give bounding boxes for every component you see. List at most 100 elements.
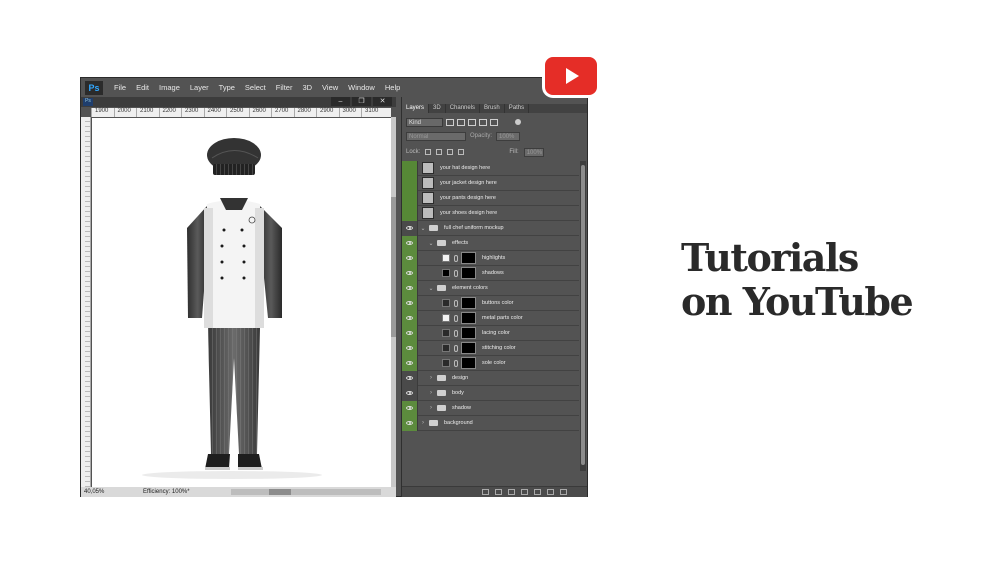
shape-filter-icon[interactable]	[479, 118, 487, 126]
fill-swatch[interactable]	[442, 314, 450, 322]
layer-visibility-toggle[interactable]	[402, 265, 418, 281]
layer-visibility-toggle[interactable]	[402, 190, 418, 206]
layer-row[interactable]: shadows	[402, 265, 579, 281]
document-canvas[interactable]	[92, 118, 391, 487]
expand-arrow-icon[interactable]: ⌄	[428, 285, 434, 292]
layer-row[interactable]: buttons color	[402, 295, 579, 311]
layer-visibility-toggle[interactable]	[402, 415, 418, 431]
layer-visibility-toggle[interactable]	[402, 205, 418, 221]
fill-swatch[interactable]	[442, 269, 450, 277]
menu-layer[interactable]: Layer	[185, 83, 214, 92]
layer-row[interactable]: › body	[402, 385, 579, 401]
expand-arrow-icon[interactable]: ›	[428, 375, 434, 381]
smart-object-filter-icon[interactable]	[490, 118, 498, 126]
filter-toggle-icon[interactable]	[515, 119, 521, 125]
layer-visibility-toggle[interactable]	[402, 370, 418, 386]
layer-visibility-toggle[interactable]	[402, 385, 418, 401]
expand-arrow-icon[interactable]: ›	[420, 420, 426, 426]
layer-row[interactable]: sole color	[402, 355, 579, 371]
tab-channels[interactable]: Channels	[446, 104, 481, 113]
tab-layers[interactable]: Layers	[402, 104, 430, 113]
menu-type[interactable]: Type	[214, 83, 240, 92]
tab-paths[interactable]: Paths	[505, 104, 530, 113]
layer-row[interactable]: ⌄ full chef uniform mockup	[402, 220, 579, 236]
layer-visibility-toggle[interactable]	[402, 400, 418, 416]
layer-row[interactable]: highlights	[402, 250, 579, 266]
menu-image[interactable]: Image	[154, 83, 185, 92]
new-group-icon[interactable]	[534, 489, 541, 495]
layer-row[interactable]: stitching color	[402, 340, 579, 356]
new-layer-icon[interactable]	[547, 489, 554, 495]
lock-position-icon[interactable]	[447, 149, 454, 155]
zoom-level[interactable]: 40,05%	[81, 489, 109, 495]
layer-mask-thumbnail[interactable]	[461, 327, 476, 339]
layers-scrollbar[interactable]	[580, 161, 586, 471]
menu-select[interactable]: Select	[240, 83, 271, 92]
layer-visibility-toggle[interactable]	[402, 160, 418, 176]
layer-row[interactable]: your jacket design here	[402, 175, 579, 191]
tab-brush[interactable]: Brush	[480, 104, 505, 113]
type-filter-icon[interactable]	[468, 118, 476, 126]
expand-arrow-icon[interactable]: ›	[428, 405, 434, 411]
layer-visibility-toggle[interactable]	[402, 355, 418, 371]
layer-visibility-toggle[interactable]	[402, 175, 418, 191]
layer-visibility-toggle[interactable]	[402, 340, 418, 356]
lock-transparent-icon[interactable]	[425, 149, 432, 155]
opacity-input[interactable]: 100%	[496, 131, 521, 141]
layer-mask-thumbnail[interactable]	[461, 357, 476, 369]
layer-row[interactable]: › design	[402, 370, 579, 386]
fill-swatch[interactable]	[442, 344, 450, 352]
efficiency-readout[interactable]: Efficiency: 100%*	[143, 489, 223, 495]
fill-swatch[interactable]	[442, 299, 450, 307]
menu-help[interactable]: Help	[380, 83, 405, 92]
horizontal-scrollbar[interactable]	[231, 489, 381, 495]
fill-swatch[interactable]	[442, 329, 450, 337]
layer-visibility-toggle[interactable]	[402, 310, 418, 326]
delete-layer-icon[interactable]	[560, 489, 567, 495]
fx-icon[interactable]	[495, 489, 502, 495]
expand-arrow-icon[interactable]: ›	[428, 390, 434, 396]
add-mask-icon[interactable]	[508, 489, 515, 495]
expand-arrow-icon[interactable]: ⌄	[428, 240, 434, 247]
layer-row[interactable]: your pants design here	[402, 190, 579, 206]
layer-row[interactable]: › shadow	[402, 400, 579, 416]
menu-3d[interactable]: 3D	[297, 83, 317, 92]
expand-arrow-icon[interactable]: ⌄	[420, 225, 426, 232]
menu-file[interactable]: File	[109, 83, 131, 92]
layer-visibility-toggle[interactable]	[402, 295, 418, 311]
close-icon[interactable]: ✕	[373, 97, 392, 106]
layer-mask-thumbnail[interactable]	[461, 297, 476, 309]
layer-visibility-toggle[interactable]	[402, 250, 418, 266]
layer-mask-thumbnail[interactable]	[461, 342, 476, 354]
layer-mask-thumbnail[interactable]	[461, 312, 476, 324]
link-layers-icon[interactable]	[482, 489, 489, 495]
image-filter-icon[interactable]	[446, 118, 454, 126]
fill-swatch[interactable]	[442, 254, 450, 262]
layer-row[interactable]: › background	[402, 415, 579, 431]
adjustment-layer-icon[interactable]	[521, 489, 528, 495]
layer-visibility-toggle[interactable]	[402, 280, 418, 296]
blend-mode-select[interactable]: Normal	[406, 131, 466, 141]
filter-kind-select[interactable]: Kind	[406, 117, 443, 127]
layer-visibility-toggle[interactable]	[402, 235, 418, 251]
fill-swatch[interactable]	[442, 359, 450, 367]
layer-row[interactable]: lacing color	[402, 325, 579, 341]
lock-all-icon[interactable]	[458, 149, 465, 155]
vertical-scrollbar[interactable]	[391, 117, 396, 487]
layer-row[interactable]: your hat design here	[402, 160, 579, 176]
layer-row[interactable]: your shoes design here	[402, 205, 579, 221]
layer-mask-thumbnail[interactable]	[461, 252, 476, 264]
minimize-icon[interactable]: –	[331, 97, 350, 106]
menu-filter[interactable]: Filter	[271, 83, 298, 92]
layer-mask-thumbnail[interactable]	[461, 267, 476, 279]
adjustment-filter-icon[interactable]	[457, 118, 465, 126]
youtube-play-icon[interactable]	[545, 57, 597, 95]
layer-visibility-toggle[interactable]	[402, 325, 418, 341]
layer-row[interactable]: ⌄ effects	[402, 235, 579, 251]
layer-visibility-toggle[interactable]	[402, 220, 418, 236]
fill-input[interactable]: 100%	[523, 147, 544, 157]
menu-edit[interactable]: Edit	[131, 83, 154, 92]
layer-row[interactable]: metal parts color	[402, 310, 579, 326]
layer-row[interactable]: ⌄ element colors	[402, 280, 579, 296]
tab-3d[interactable]: 3D	[429, 104, 446, 113]
